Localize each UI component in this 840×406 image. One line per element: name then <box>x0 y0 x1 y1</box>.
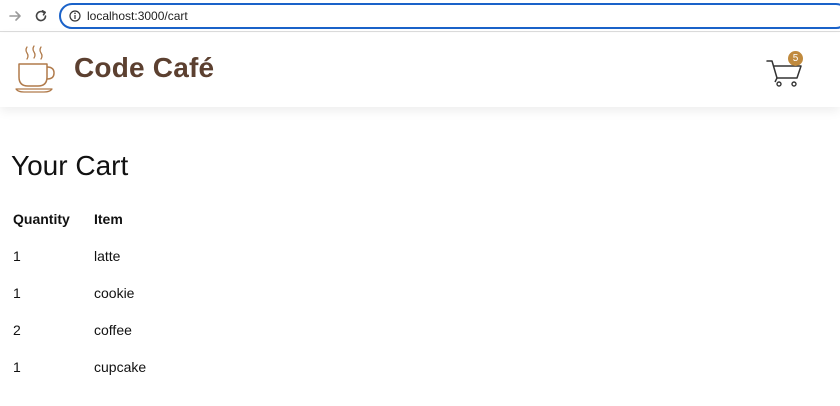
table-row: 1 latte <box>13 237 146 274</box>
table-row: 1 cupcake <box>13 348 146 385</box>
coffee-cup-icon[interactable] <box>14 43 58 93</box>
item-cell: cookie <box>94 284 135 301</box>
quantity-cell: 1 <box>13 358 21 375</box>
column-header-item: Item <box>94 210 123 227</box>
quantity-cell: 1 <box>13 284 21 301</box>
forward-arrow-icon <box>9 10 21 21</box>
quantity-cell: 2 <box>13 321 21 338</box>
info-icon[interactable] <box>69 10 81 22</box>
address-bar[interactable]: localhost:3000/cart <box>59 3 840 29</box>
item-cell: cupcake <box>94 358 147 375</box>
item-cell: latte <box>94 247 121 264</box>
reload-button[interactable] <box>30 5 52 27</box>
page-title: Your Cart <box>11 150 129 181</box>
table-row: 2 coffee <box>13 311 146 348</box>
table-row: 1 cookie <box>13 274 146 311</box>
column-header-quantity: Quantity <box>13 210 70 227</box>
forward-button[interactable] <box>4 5 26 27</box>
item-cell: coffee <box>94 321 132 338</box>
quantity-cell: 1 <box>13 247 21 264</box>
url-text[interactable]: localhost:3000/cart <box>87 9 188 23</box>
app-header: Code Café <box>0 33 840 107</box>
browser-toolbar: localhost:3000/cart <box>0 0 840 32</box>
brand-title[interactable]: Code Café <box>74 52 214 84</box>
cart-count-badge: 5 <box>788 51 803 66</box>
cart-table: Quantity Item 1 latte 1 cookie 2 coffee … <box>13 200 146 385</box>
table-header-row: Quantity Item <box>13 200 146 237</box>
reload-icon <box>35 9 47 21</box>
